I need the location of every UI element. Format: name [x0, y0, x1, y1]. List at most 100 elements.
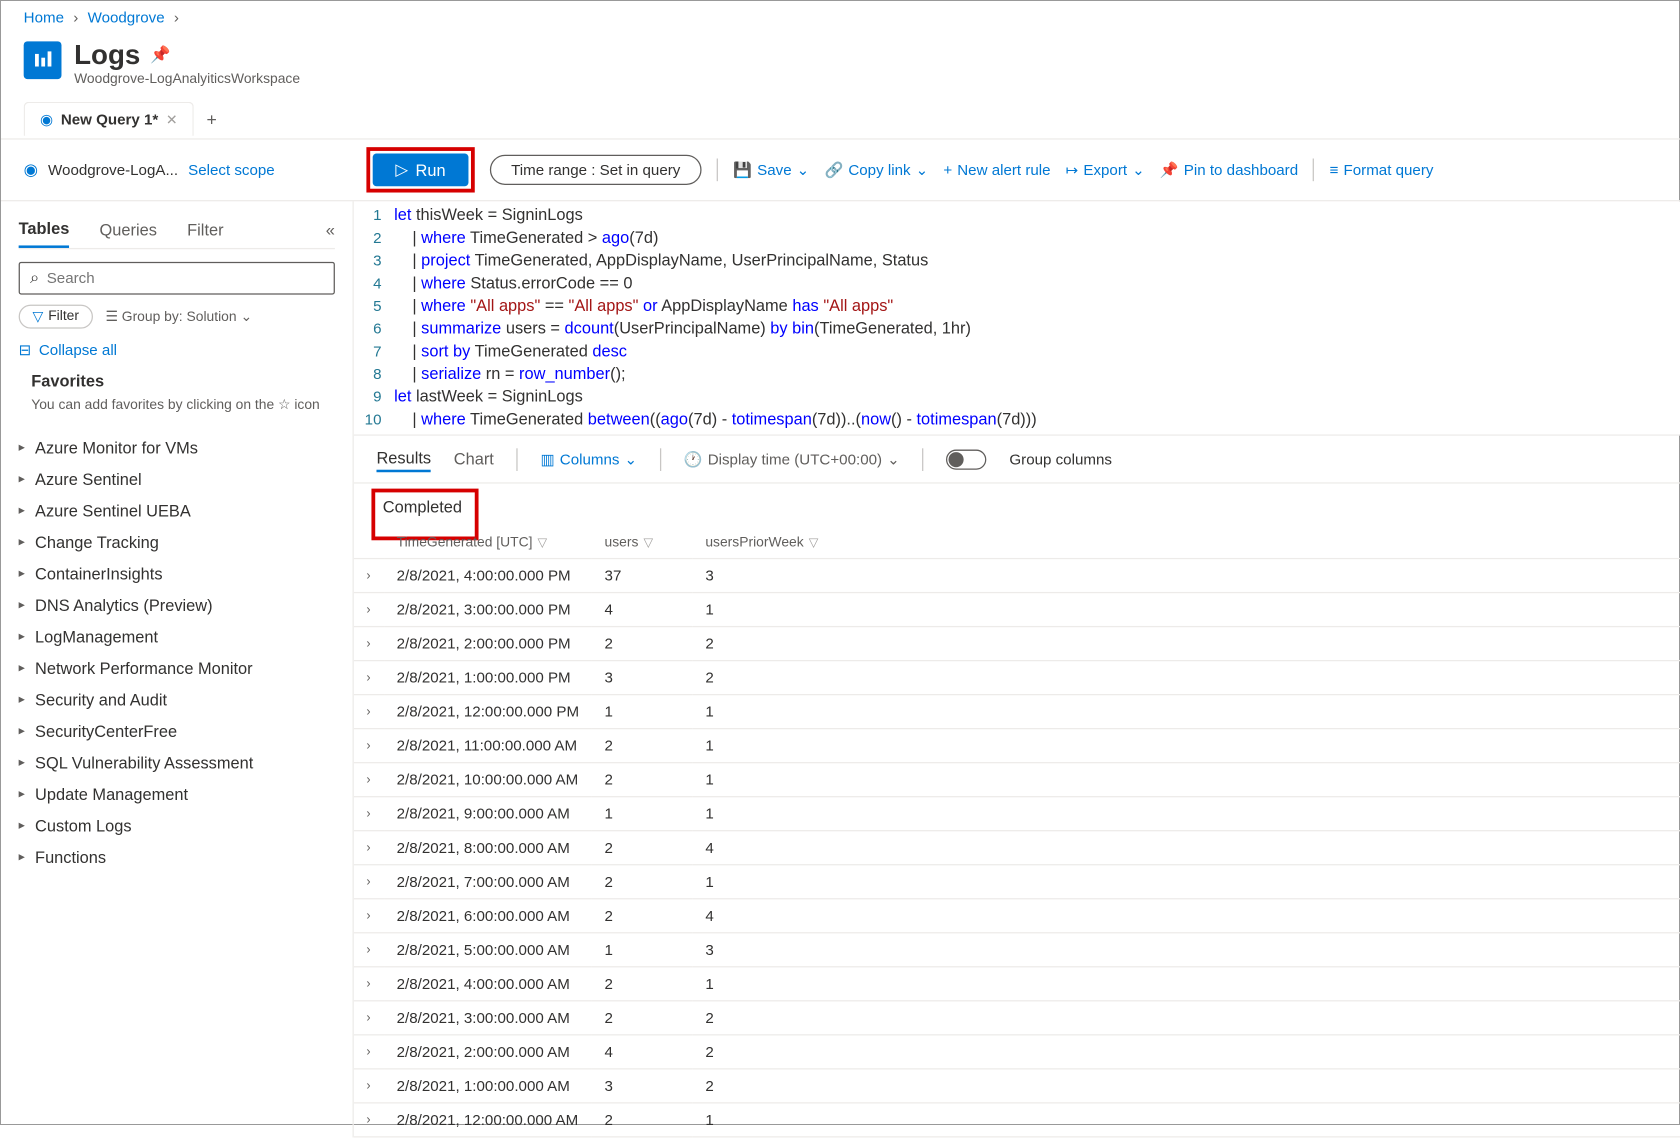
expand-icon[interactable]: › — [354, 1069, 384, 1103]
table-row[interactable]: ›2/8/2021, 12:00:00.000 AM21 — [354, 1103, 1680, 1137]
plus-icon: + — [943, 161, 952, 179]
tab-results[interactable]: Results — [376, 446, 431, 472]
filter-icon[interactable]: ▽ — [538, 537, 548, 551]
tab-chart[interactable]: Chart — [454, 447, 494, 471]
format-query-button[interactable]: ≡Format query — [1330, 161, 1434, 179]
query-editor[interactable]: 1let thisWeek = SigninLogs2 | where Time… — [354, 201, 1680, 434]
expand-icon[interactable]: › — [354, 967, 384, 1001]
groupby-selector[interactable]: ☰ Group by: Solution ⌄ — [105, 308, 252, 324]
breadcrumb-workspace[interactable]: Woodgrove — [88, 9, 165, 27]
col-header-prior[interactable]: usersPriorWeek▽ — [693, 528, 1680, 559]
expand-icon[interactable]: › — [354, 559, 384, 593]
separator — [922, 448, 923, 471]
copy-link-button[interactable]: 🔗Copy link⌄ — [824, 161, 928, 179]
add-tab-button[interactable]: + — [206, 109, 216, 129]
table-row[interactable]: ›2/8/2021, 3:00:00.000 AM22 — [354, 1001, 1680, 1035]
tree-item[interactable]: Change Tracking — [19, 526, 335, 558]
search-input[interactable] — [47, 269, 324, 287]
expand-icon[interactable]: › — [354, 933, 384, 967]
tree-item[interactable]: Update Management — [19, 778, 335, 810]
expand-icon[interactable]: › — [354, 627, 384, 661]
cell-users: 37 — [592, 559, 693, 593]
tree-item[interactable]: Azure Sentinel UEBA — [19, 494, 335, 525]
table-row[interactable]: ›2/8/2021, 12:00:00.000 PM11 — [354, 695, 1680, 729]
tab-tables[interactable]: Tables — [19, 211, 70, 248]
expand-icon[interactable]: › — [354, 729, 384, 763]
tab-label: New Query 1* — [61, 111, 158, 129]
collapse-all-link[interactable]: ⊟Collapse all — [19, 341, 335, 359]
list-icon: ☰ — [105, 310, 117, 325]
expand-icon[interactable]: › — [354, 831, 384, 865]
table-row[interactable]: ›2/8/2021, 1:00:00.000 PM32 — [354, 661, 1680, 695]
tab-queries[interactable]: Queries — [100, 213, 157, 247]
expand-icon[interactable]: › — [354, 661, 384, 695]
expand-icon[interactable]: › — [354, 865, 384, 899]
table-row[interactable]: ›2/8/2021, 4:00:00.000 AM21 — [354, 967, 1680, 1001]
breadcrumb-home[interactable]: Home — [24, 9, 64, 27]
play-icon: ▷ — [395, 160, 408, 180]
time-range-selector[interactable]: Time range : Set in query — [490, 155, 702, 185]
pin-dashboard-button[interactable]: 📌Pin to dashboard — [1160, 161, 1298, 179]
link-icon: 🔗 — [824, 161, 843, 179]
table-row[interactable]: ›2/8/2021, 7:00:00.000 AM21 — [354, 865, 1680, 899]
filter-icon[interactable]: ▽ — [643, 537, 653, 551]
tree-item[interactable]: Custom Logs — [19, 809, 335, 841]
table-row[interactable]: ›2/8/2021, 3:00:00.000 PM41 — [354, 593, 1680, 627]
select-scope-link[interactable]: Select scope — [188, 161, 275, 179]
tab-filter[interactable]: Filter — [187, 213, 223, 247]
cell-prior: 1 — [693, 967, 1680, 1001]
tree-item[interactable]: Functions — [19, 841, 335, 873]
logs-icon — [24, 41, 62, 79]
table-row[interactable]: ›2/8/2021, 10:00:00.000 AM21 — [354, 763, 1680, 797]
close-icon[interactable]: ✕ — [166, 111, 178, 127]
tree-item[interactable]: Security and Audit — [19, 683, 335, 715]
table-row[interactable]: ›2/8/2021, 2:00:00.000 AM42 — [354, 1035, 1680, 1069]
table-row[interactable]: ›2/8/2021, 9:00:00.000 AM11 — [354, 797, 1680, 831]
export-icon: ↦ — [1066, 161, 1079, 179]
filter-button[interactable]: ▽Filter — [19, 305, 93, 329]
tree-item[interactable]: LogManagement — [19, 620, 335, 652]
save-button[interactable]: 💾Save⌄ — [733, 161, 809, 179]
expand-icon[interactable]: › — [354, 797, 384, 831]
table-row[interactable]: ›2/8/2021, 6:00:00.000 AM24 — [354, 899, 1680, 933]
display-time-selector[interactable]: 🕐Display time (UTC+00:00)⌄ — [684, 450, 900, 468]
tree-item[interactable]: ContainerInsights — [19, 557, 335, 589]
expand-icon[interactable]: › — [354, 1103, 384, 1137]
tree-item[interactable]: SecurityCenterFree — [19, 715, 335, 747]
group-columns-toggle[interactable] — [946, 449, 986, 469]
filter-icon[interactable]: ▽ — [809, 537, 819, 551]
table-row[interactable]: ›2/8/2021, 1:00:00.000 AM32 — [354, 1069, 1680, 1103]
table-row[interactable]: ›2/8/2021, 4:00:00.000 PM373 — [354, 559, 1680, 593]
run-button[interactable]: ▷ Run — [373, 153, 469, 186]
expand-icon[interactable]: › — [354, 593, 384, 627]
table-row[interactable]: ›2/8/2021, 11:00:00.000 AM21 — [354, 729, 1680, 763]
expand-icon[interactable]: › — [354, 1035, 384, 1069]
tree-item[interactable]: Azure Sentinel — [19, 463, 335, 495]
tree-item[interactable]: DNS Analytics (Preview) — [19, 589, 335, 621]
filter-icon: ▽ — [33, 308, 44, 324]
expand-icon[interactable]: › — [354, 1001, 384, 1035]
export-button[interactable]: ↦Export⌄ — [1066, 161, 1145, 179]
cell-users: 2 — [592, 763, 693, 797]
expand-icon[interactable]: › — [354, 695, 384, 729]
run-button-highlight: ▷ Run — [366, 147, 474, 192]
col-header-users[interactable]: users▽ — [592, 528, 693, 559]
tree-item[interactable]: Azure Monitor for VMs — [19, 431, 335, 463]
table-row[interactable]: ›2/8/2021, 8:00:00.000 AM24 — [354, 831, 1680, 865]
tab-new-query[interactable]: ◉ New Query 1* ✕ — [24, 102, 194, 136]
columns-button[interactable]: ▥Columns⌄ — [540, 450, 637, 468]
cell-time: 2/8/2021, 3:00:00.000 AM — [384, 1001, 592, 1035]
pin-label: Pin to dashboard — [1184, 161, 1298, 179]
pin-icon[interactable]: 📌 — [150, 45, 170, 65]
table-row[interactable]: ›2/8/2021, 5:00:00.000 AM13 — [354, 933, 1680, 967]
new-alert-button[interactable]: +New alert rule — [943, 161, 1050, 179]
tree-item[interactable]: Network Performance Monitor — [19, 652, 335, 684]
expand-icon[interactable]: › — [354, 763, 384, 797]
collapse-sidebar-icon[interactable]: « — [326, 220, 335, 239]
table-row[interactable]: ›2/8/2021, 2:00:00.000 PM22 — [354, 627, 1680, 661]
tree-item[interactable]: SQL Vulnerability Assessment — [19, 746, 335, 778]
display-time-label: Display time (UTC+00:00) — [708, 450, 882, 468]
col-header-time[interactable]: TimeGenerated [UTC]▽ — [384, 528, 592, 559]
expand-icon[interactable]: › — [354, 899, 384, 933]
workspace-icon: ◉ — [24, 160, 38, 180]
